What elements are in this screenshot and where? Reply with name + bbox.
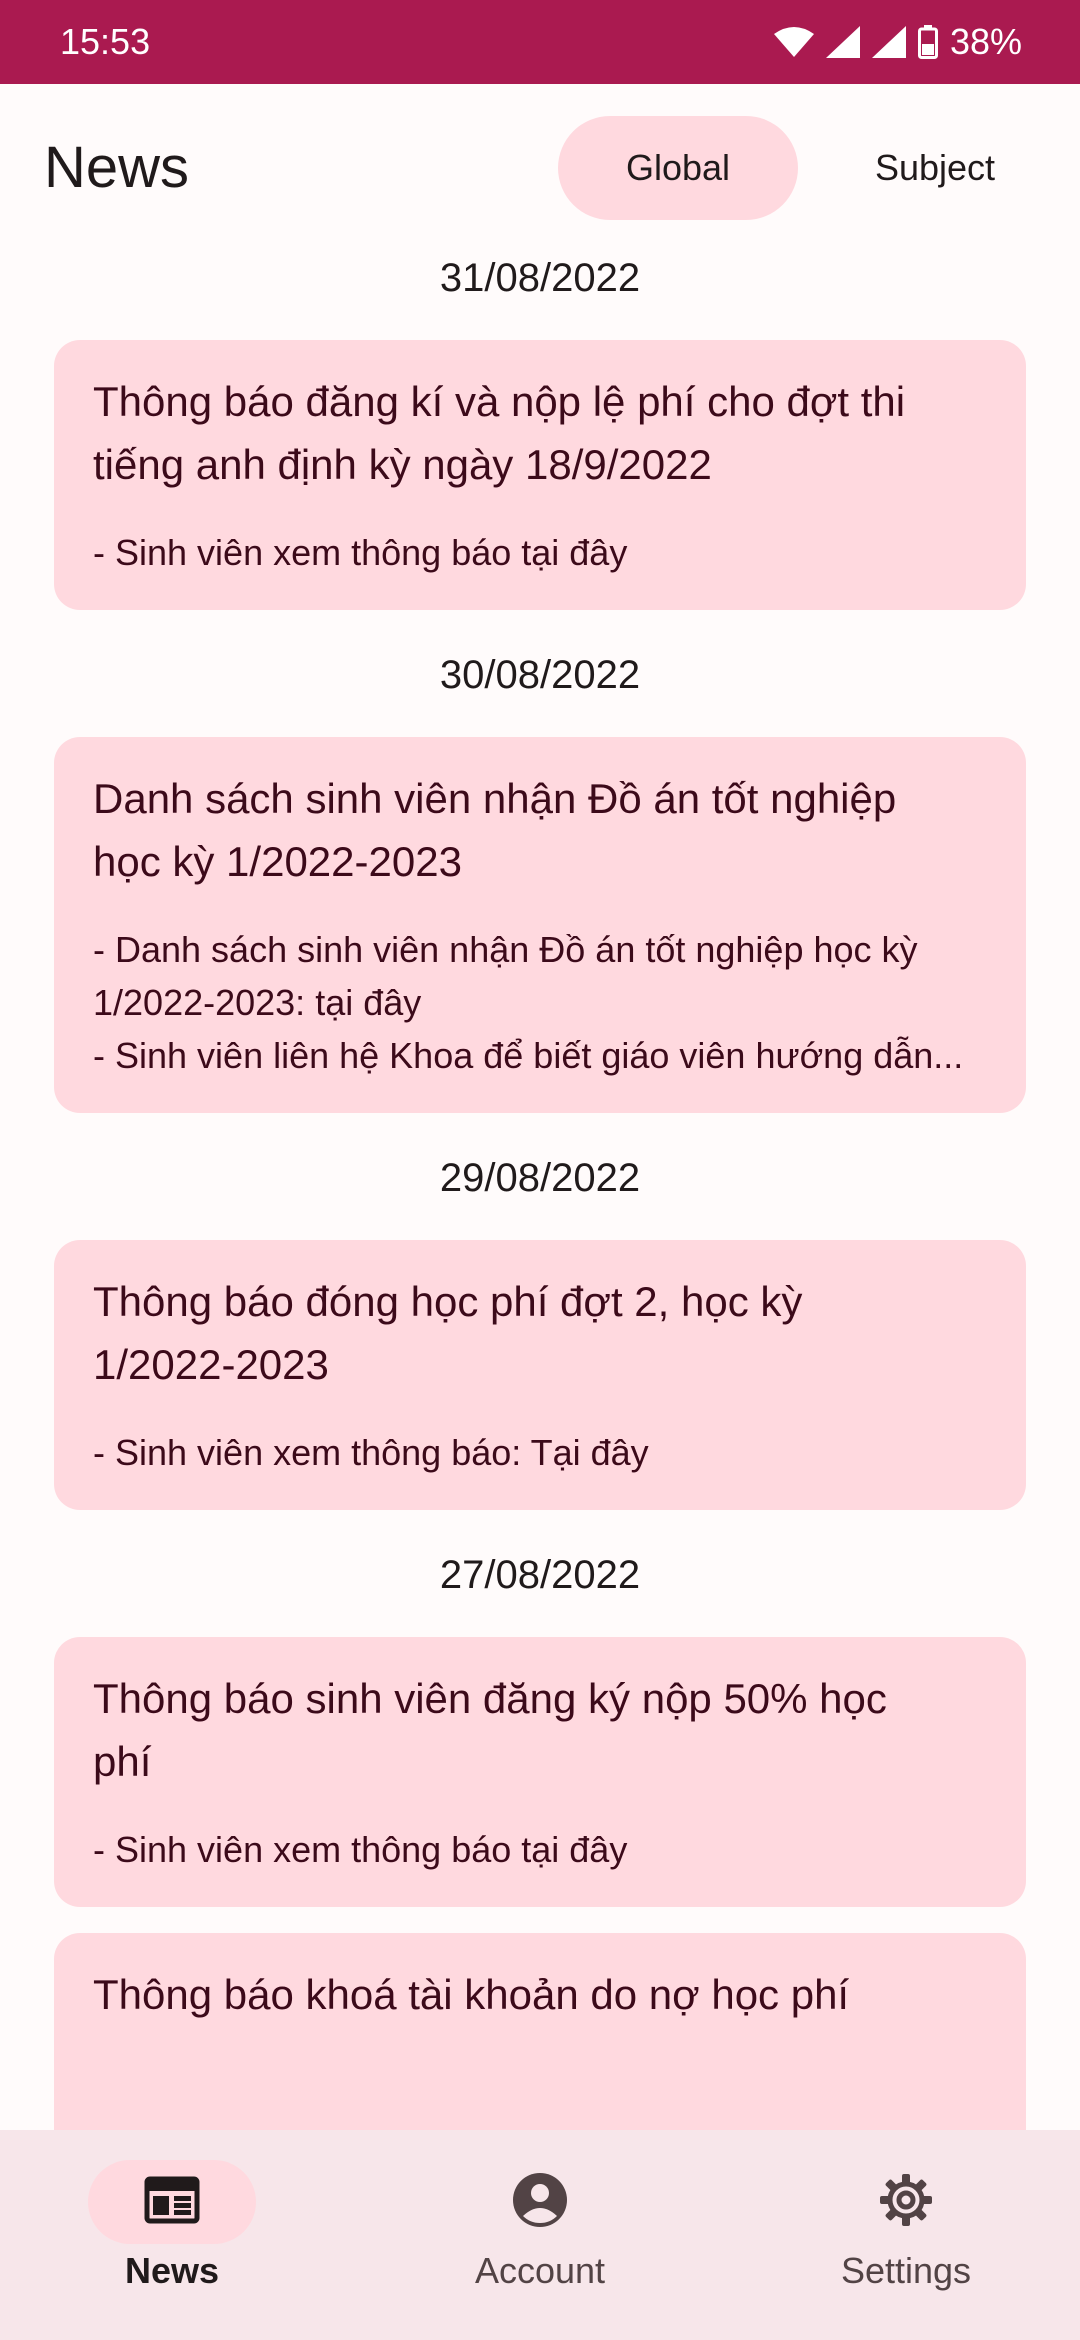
news-title-line: 1/2022-2023 [93, 1341, 329, 1388]
news-summary: - Danh sách sinh viên nhận Đồ án tốt ngh… [93, 923, 986, 1082]
news-summary-line: - Sinh viên xem thông báo: Tại đây [93, 1432, 649, 1473]
nav-item-settings[interactable]: Settings [756, 2160, 1056, 2310]
news-card[interactable]: Thông báo sinh viên đăng ký nộp 50% học … [54, 1637, 1026, 1907]
news-summary-line: - Danh sách sinh viên nhận Đồ án tốt ngh… [93, 929, 918, 970]
top-app-bar: News Global Subject [0, 84, 1080, 252]
account-circle-icon [512, 2172, 568, 2233]
news-title-line: Danh sách sinh viên nhận Đồ án tốt nghiệ… [93, 775, 897, 822]
news-summary-line: 1/2022-2023: tại đây [93, 982, 422, 1023]
signal-icon [825, 26, 860, 58]
news-title-line: Thông báo đăng kí và nộp lệ phí cho đợt … [93, 378, 906, 425]
news-title-line: Thông báo đóng học phí đợt 2, học kỳ [93, 1278, 803, 1325]
battery-percent: 38% [949, 21, 1022, 62]
news-title-line: Thông báo khoá tài khoản do nợ học phí [93, 1971, 850, 2018]
news-summary: - Danh sách sinh viên bị khoá tài khoản … [93, 2119, 986, 2130]
nav-item-account[interactable]: Account [390, 2160, 690, 2310]
tab-global[interactable]: Global [558, 116, 798, 220]
nav-item-news[interactable]: News [22, 2160, 322, 2310]
battery-icon [917, 25, 938, 59]
nav-label: Account [474, 2250, 606, 2291]
wifi-icon [773, 26, 814, 58]
signal-icon [871, 26, 906, 58]
page-title: News [44, 135, 190, 200]
news-card[interactable]: Danh sách sinh viên nhận Đồ án tốt nghiệ… [54, 737, 1026, 1113]
tab-subject[interactable]: Subject [820, 116, 1050, 220]
nav-indicator [822, 2160, 990, 2244]
news-summary-line: - Sinh viên xem thông báo tại đây [93, 532, 628, 573]
news-summary-line: - Sinh viên liên hệ Khoa để biết giáo vi… [93, 1035, 964, 1076]
news-title: Thông báo đóng học phí đợt 2, học kỳ 1/2… [93, 1270, 986, 1396]
news-title: Thông báo đăng kí và nộp lệ phí cho đợt … [93, 370, 986, 496]
nav-label: News [124, 2250, 220, 2291]
news-title-line: học kỳ 1/2022-2023 [93, 838, 462, 885]
news-title: Thông báo sinh viên đăng ký nộp 50% học … [93, 1667, 986, 1793]
date-header: 31/08/2022 [439, 256, 641, 300]
news-feed[interactable]: 31/08/2022 Thông báo đăng kí và nộp lệ p… [0, 252, 1080, 2130]
date-header: 30/08/2022 [439, 653, 641, 697]
news-title: Danh sách sinh viên nhận Đồ án tốt nghiệ… [93, 767, 986, 893]
news-title-line: tiếng anh định kỳ ngày 18/9/2022 [93, 441, 712, 488]
status-bar: 15:53 38% [0, 0, 1080, 84]
status-icons: 38% [773, 21, 1022, 63]
nav-label: Settings [840, 2250, 972, 2291]
news-title-line: phí [93, 1738, 152, 1785]
gear-icon [878, 2172, 934, 2233]
news-summary: - Sinh viên xem thông báo: Tại đây [93, 1426, 986, 1479]
date-header: 27/08/2022 [439, 1553, 641, 1597]
news-card[interactable]: Thông báo đăng kí và nộp lệ phí cho đợt … [54, 340, 1026, 610]
news-card[interactable]: Thông báo đóng học phí đợt 2, học kỳ 1/2… [54, 1240, 1026, 1510]
news-summary-line: - Danh sách sinh viên bị khoá tài khoản … [93, 2119, 986, 2130]
news-summary: - Sinh viên xem thông báo tại đây [93, 1823, 986, 1876]
news-title-line: Thông báo sinh viên đăng ký nộp 50% học [93, 1675, 887, 1722]
news-card[interactable]: Thông báo khoá tài khoản do nợ học phí -… [54, 1933, 1026, 2130]
nav-indicator [88, 2160, 256, 2244]
news-summary: - Sinh viên xem thông báo tại đây [93, 526, 986, 579]
status-time: 15:53 [60, 21, 151, 62]
bottom-navigation: News Account Settings [0, 2130, 1080, 2340]
newspaper-icon [144, 2176, 200, 2229]
nav-indicator [456, 2160, 624, 2244]
news-summary-line: - Sinh viên xem thông báo tại đây [93, 1829, 628, 1870]
date-header: 29/08/2022 [439, 1156, 641, 1200]
news-title: Thông báo khoá tài khoản do nợ học phí [93, 1963, 986, 2026]
